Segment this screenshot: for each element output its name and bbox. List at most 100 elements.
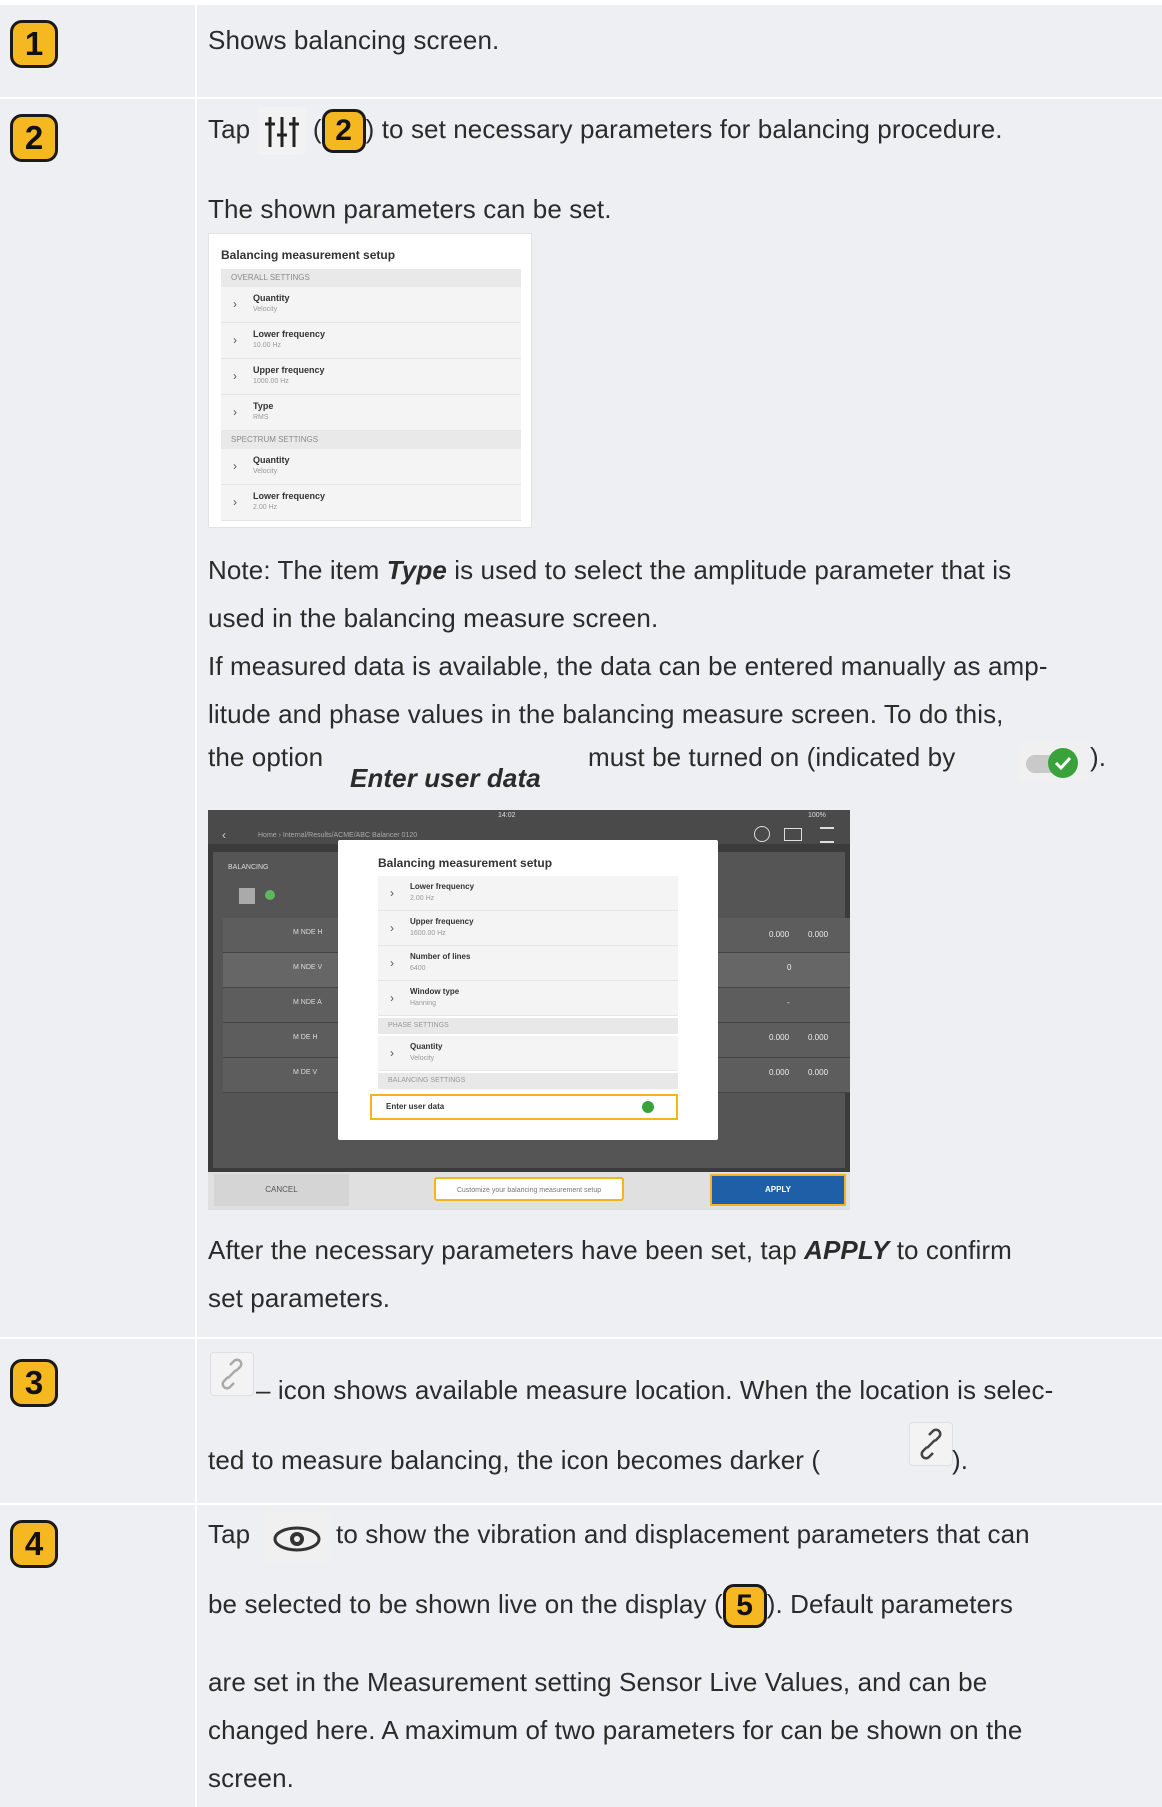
modal-item-value: 2.00 Hz [410, 895, 435, 902]
apply-button[interactable]: APPLY [710, 1174, 846, 1206]
apply-bold: APPLY [804, 1235, 890, 1265]
modal-item-value: Hanning [410, 1000, 437, 1007]
setting-item[interactable]: › Lower frequency 2.00 Hz [221, 485, 521, 521]
after-suffix: to confirm [889, 1235, 1012, 1265]
step-number-cell: 3 [0, 1339, 197, 1503]
note-line-1: Note: The item Type is used to select th… [208, 546, 1011, 594]
setting-item[interactable]: › Upper frequency 1000.00 Hz [221, 359, 521, 395]
step-number-cell: 2 [0, 99, 197, 1337]
chevron-right-icon: › [390, 991, 394, 1005]
option-suffix: must be turned on (indicated by [588, 742, 956, 772]
setting-item[interactable]: › Quantity Velocity [221, 287, 521, 323]
location-label: M NDE H [293, 929, 323, 936]
chevron-right-icon: › [233, 405, 237, 419]
step-content: Shows balancing screen. [208, 5, 1162, 97]
after-line-1: After the necessary parameters have been… [208, 1226, 1012, 1274]
chevron-right-icon: › [390, 921, 394, 935]
note-prefix: Note: The item [208, 555, 387, 585]
step-4-tap: Tap [208, 1519, 251, 1549]
panel-title: BALANCING [228, 864, 269, 871]
paren-open: ( [312, 114, 322, 144]
app-bottom-bar: CANCEL Customize your balancing measurem… [208, 1172, 850, 1210]
setup-screenshot: Balancing measurement setup OVERALL SETT… [208, 233, 532, 528]
step-4-line-2-suffix: ). Default parameters [766, 1589, 1014, 1619]
step-4-line-4: changed here. A maximum of two parameter… [208, 1715, 1023, 1745]
note-bold: Type [386, 555, 447, 585]
setting-label: Quantity [253, 455, 290, 465]
step-4-line-3: are set in the Measurement setting Senso… [208, 1667, 988, 1697]
setting-item[interactable]: › Type RMS [221, 395, 521, 431]
ok-icon [265, 890, 275, 900]
enter-user-data-label: Enter user data [350, 763, 541, 793]
step-3-line-2-end: ). [952, 1445, 969, 1475]
setting-item[interactable]: › Quantity Velocity [221, 449, 521, 485]
chevron-right-icon: › [390, 956, 394, 970]
modal-item[interactable]: › Quantity Velocity [378, 1036, 678, 1071]
app-screenshot: 14:02 100% ‹ Home › Internal/Results/ACM… [208, 810, 850, 1210]
setting-label: Type [253, 401, 274, 411]
setting-label: Lower frequency [253, 491, 326, 501]
location-label: M DE H [293, 1034, 318, 1041]
modal-item[interactable]: › Number of lines 6400 [378, 946, 678, 981]
eye-icon[interactable] [264, 1512, 330, 1562]
chevron-right-icon: › [233, 333, 237, 347]
help-icon[interactable] [754, 826, 770, 842]
inline-badge-5: 5 [722, 1584, 767, 1629]
step-badge-2: 2 [10, 114, 58, 162]
customize-hint: Customize your balancing measurement set… [434, 1177, 624, 1201]
enter-user-data-row[interactable]: Enter user data [370, 1094, 678, 1120]
toggle-on-icon[interactable] [642, 1101, 654, 1113]
chevron-right-icon: › [233, 297, 237, 311]
setting-value: Velocity [253, 306, 278, 313]
camera-icon[interactable] [784, 828, 802, 841]
modal-item-label: Window type [410, 987, 460, 996]
setting-item[interactable]: › Lower frequency 10.00 Hz [221, 323, 521, 359]
menu-icon[interactable] [820, 827, 834, 843]
chevron-right-icon: › [233, 369, 237, 383]
setup-modal: Balancing measurement setup › Lower freq… [338, 840, 718, 1140]
option-prefix: the option [208, 742, 324, 772]
breadcrumb[interactable]: Home › Internal/Results/ACME/ABC Balance… [258, 832, 417, 839]
setting-value: 2.00 Hz [253, 504, 278, 511]
sensor-icon [239, 888, 255, 904]
app-top-bar: 14:02 100% ‹ Home › Internal/Results/ACM… [208, 810, 850, 844]
section-header: PHASE SETTINGS [378, 1018, 678, 1034]
modal-item[interactable]: › Upper frequency 1600.00 Hz [378, 911, 678, 946]
enter-user-data-text: Enter user data [386, 1102, 445, 1111]
live-value: 0.000 [769, 930, 790, 939]
modal-item[interactable]: › Lower frequency 2.00 Hz [378, 876, 678, 911]
modal-item[interactable]: › Window type Hanning [378, 981, 678, 1016]
section-header: SPECTRUM SETTINGS [221, 431, 521, 449]
after-line-2: set parameters. [208, 1283, 391, 1313]
chevron-right-icon: › [233, 459, 237, 473]
modal-item-label: Lower frequency [410, 882, 475, 891]
setting-label: Quantity [253, 293, 290, 303]
setting-label: Lower frequency [253, 329, 326, 339]
back-arrow-icon[interactable]: ‹ [222, 828, 226, 842]
chevron-right-icon: › [233, 495, 237, 509]
cancel-button[interactable]: CANCEL [214, 1174, 349, 1206]
step-3-line-2: ted to measure balancing, the icon becom… [208, 1445, 821, 1475]
live-value: - [787, 998, 790, 1007]
step-number-cell: 1 [0, 5, 197, 97]
live-value: 0.000 [808, 1068, 829, 1077]
note-line-2: used in the balancing measure screen. [208, 603, 659, 633]
step-2-line-1-rest: ) to set necessary parameters for balanc… [365, 114, 1003, 144]
measured-line-1: If measured data is available, the data … [208, 651, 1048, 681]
setting-value: RMS [253, 414, 269, 421]
setting-value: Velocity [253, 468, 278, 475]
link-dark-icon [909, 1422, 953, 1466]
modal-item-label: Number of lines [410, 952, 471, 961]
step-badge-1: 1 [10, 20, 58, 68]
step-badge-4: 4 [10, 1520, 58, 1568]
step-4-line-2-prefix: be selected to be shown live on the disp… [208, 1589, 723, 1619]
modal-title: Balancing measurement setup [378, 856, 553, 870]
sliders-icon[interactable] [257, 107, 306, 156]
step-4-line-1: to show the vibration and displacement p… [336, 1519, 1030, 1549]
section-header: BALANCING SETTINGS [378, 1073, 678, 1089]
link-icon [210, 1352, 254, 1396]
step-2-line-2: The shown parameters can be set. [208, 194, 612, 224]
live-value: 0.000 [808, 930, 829, 939]
setup-title: Balancing measurement setup [221, 248, 396, 262]
after-prefix: After the necessary parameters have been… [208, 1235, 805, 1265]
